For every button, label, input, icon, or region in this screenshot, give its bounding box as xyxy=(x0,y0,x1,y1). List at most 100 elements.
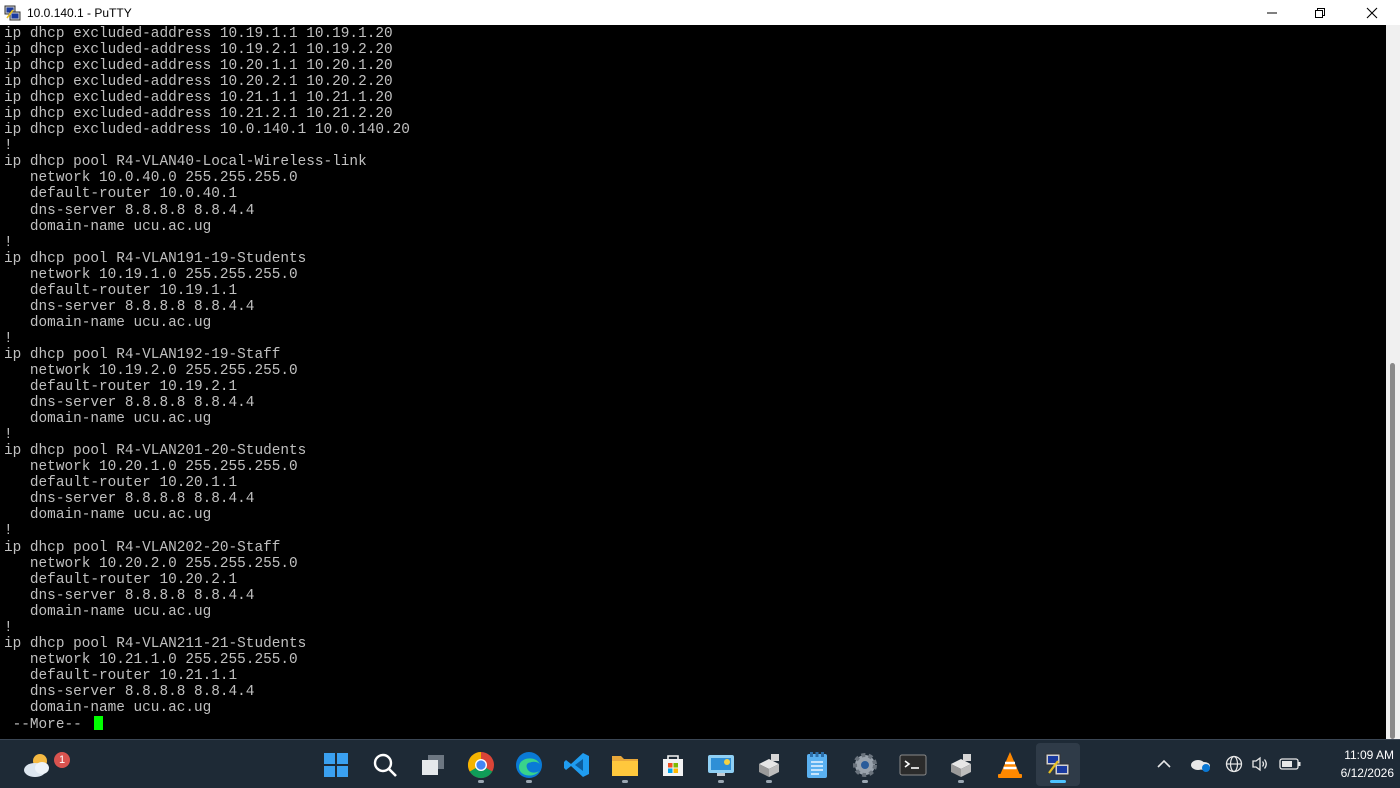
terminal-line: default-router 10.19.1.1 xyxy=(4,282,238,299)
terminal-line: ip dhcp pool R4-VLAN201-20-Students xyxy=(4,443,307,460)
vertical-scrollbar[interactable] xyxy=(1386,25,1400,739)
title-bar[interactable]: 10.0.140.1 - PuTTY xyxy=(0,0,1400,25)
close-button[interactable] xyxy=(1348,0,1396,25)
chrome-icon xyxy=(467,751,494,779)
putty-icon xyxy=(1045,753,1070,776)
terminal-line: ! xyxy=(4,427,13,444)
terminal-line: dns-server 8.8.8.8 8.8.4.4 xyxy=(4,395,255,412)
terminal-line: default-router 10.21.1.1 xyxy=(4,667,238,684)
network-tray-button[interactable] xyxy=(1223,752,1245,776)
clock-time: 11:09 AM xyxy=(1344,748,1394,762)
terminal-line: ! xyxy=(4,619,13,636)
vlc-taskbar-button[interactable] xyxy=(990,746,1030,784)
settings-taskbar-button[interactable] xyxy=(845,746,885,784)
volume-tray-button[interactable] xyxy=(1249,752,1271,776)
terminal-lines: ip dhcp excluded-address 10.19.1.1 10.19… xyxy=(4,26,1386,716)
network-tool-icon xyxy=(759,754,779,777)
weather-cloud-icon xyxy=(24,754,49,777)
running-indicator xyxy=(958,780,964,783)
remote-desktop-icon xyxy=(708,755,734,776)
terminal-line: ! xyxy=(4,523,13,540)
edge-taskbar-button[interactable] xyxy=(509,746,549,784)
minimize-button[interactable] xyxy=(1248,0,1296,25)
more-prompt: --More-- xyxy=(4,717,91,734)
microsoft-store-icon xyxy=(663,755,683,776)
window-title: 10.0.140.1 - PuTTY xyxy=(27,5,132,20)
terminal-taskbar-button[interactable] xyxy=(893,746,933,784)
terminal-line: ! xyxy=(4,330,13,347)
weather-widget[interactable]: 1 xyxy=(20,748,70,782)
scrollbar-thumb[interactable] xyxy=(1390,363,1395,739)
search-icon xyxy=(373,753,397,777)
network-tool-taskbar-button-2[interactable] xyxy=(941,746,981,784)
onedrive-tray-button[interactable] xyxy=(1188,752,1212,776)
file-explorer-taskbar-button[interactable] xyxy=(605,746,645,784)
task-view-button[interactable] xyxy=(413,746,453,784)
network-tool-icon xyxy=(951,754,971,777)
terminal-line: ip dhcp excluded-address 10.20.1.1 10.20… xyxy=(4,58,393,75)
terminal-line: domain-name ucu.ac.ug xyxy=(4,218,212,235)
start-button[interactable] xyxy=(316,746,356,784)
speaker-icon xyxy=(1252,756,1267,772)
putty-taskbar-button[interactable] xyxy=(1038,746,1078,784)
vlc-icon xyxy=(998,752,1022,778)
restore-icon xyxy=(1315,7,1325,18)
terminal-line: ip dhcp pool R4-VLAN202-20-Staff xyxy=(4,539,281,556)
terminal-line: domain-name ucu.ac.ug xyxy=(4,411,212,428)
terminal-line: domain-name ucu.ac.ug xyxy=(4,699,212,716)
terminal-line: default-router 10.0.40.1 xyxy=(4,186,238,203)
running-indicator xyxy=(622,780,628,783)
active-indicator xyxy=(1050,780,1066,783)
chrome-taskbar-button[interactable] xyxy=(461,746,501,784)
edge-icon xyxy=(516,752,542,778)
terminal-line: network 10.19.1.0 255.255.255.0 xyxy=(4,266,298,283)
more-prompt-line: --More-- xyxy=(4,716,1386,734)
terminal-line: ip dhcp excluded-address 10.21.2.1 10.21… xyxy=(4,106,393,123)
running-indicator xyxy=(478,780,484,783)
search-button[interactable] xyxy=(365,746,405,784)
terminal-line: network 10.19.2.0 255.255.255.0 xyxy=(4,362,298,379)
running-indicator xyxy=(766,780,772,783)
terminal-line: dns-server 8.8.8.8 8.8.4.4 xyxy=(4,298,255,315)
vscode-taskbar-button[interactable] xyxy=(557,746,597,784)
terminal-line: dns-server 8.8.8.8 8.8.4.4 xyxy=(4,683,255,700)
terminal-line: domain-name ucu.ac.ug xyxy=(4,603,212,620)
terminal-line: ip dhcp excluded-address 10.0.140.1 10.0… xyxy=(4,122,410,139)
remote-desktop-taskbar-button[interactable] xyxy=(701,746,741,784)
onedrive-icon xyxy=(1191,760,1210,772)
minimize-icon xyxy=(1267,12,1277,13)
terminal-line: ! xyxy=(4,234,13,251)
terminal-line: ip dhcp excluded-address 10.20.2.1 10.20… xyxy=(4,74,393,91)
terminal-cursor xyxy=(94,716,104,731)
terminal-output[interactable]: ip dhcp excluded-address 10.19.1.1 10.19… xyxy=(0,25,1386,739)
terminal-line: default-router 10.20.1.1 xyxy=(4,475,238,492)
terminal-line: network 10.20.1.0 255.255.255.0 xyxy=(4,459,298,476)
terminal-line: domain-name ucu.ac.ug xyxy=(4,507,212,524)
network-globe-icon xyxy=(1225,755,1243,773)
vscode-icon xyxy=(564,753,589,777)
system-clock[interactable]: 11:09 AM 6/12/2026 xyxy=(1310,746,1394,782)
restore-button[interactable] xyxy=(1296,0,1344,25)
running-indicator xyxy=(862,780,868,783)
chevron-up-icon xyxy=(1157,759,1171,768)
terminal-line: network 10.0.40.0 255.255.255.0 xyxy=(4,170,298,187)
terminal-line: domain-name ucu.ac.ug xyxy=(4,314,212,331)
terminal-line: ip dhcp excluded-address 10.19.1.1 10.19… xyxy=(4,26,393,42)
network-tool-taskbar-button[interactable] xyxy=(749,746,789,784)
notepad-taskbar-button[interactable] xyxy=(797,746,837,784)
terminal-line: default-router 10.20.2.1 xyxy=(4,571,238,588)
battery-tray-button[interactable] xyxy=(1278,752,1302,776)
settings-gear-icon xyxy=(853,753,877,777)
terminal-line: ip dhcp pool R4-VLAN191-19-Students xyxy=(4,250,307,267)
show-hidden-icons-button[interactable] xyxy=(1154,752,1174,776)
file-explorer-icon xyxy=(612,756,638,776)
microsoft-store-taskbar-button[interactable] xyxy=(653,746,693,784)
clock-date: 6/12/2026 xyxy=(1340,766,1394,780)
terminal-line: dns-server 8.8.8.8 8.8.4.4 xyxy=(4,202,255,219)
putty-icon xyxy=(4,4,22,22)
start-icon xyxy=(324,753,348,777)
terminal-line: network 10.20.2.0 255.255.255.0 xyxy=(4,555,298,572)
terminal-line: ip dhcp excluded-address 10.21.1.1 10.21… xyxy=(4,90,393,107)
terminal-line: dns-server 8.8.8.8 8.8.4.4 xyxy=(4,587,255,604)
taskbar: 1 11:09 AM 6/12/2026 xyxy=(0,739,1400,788)
